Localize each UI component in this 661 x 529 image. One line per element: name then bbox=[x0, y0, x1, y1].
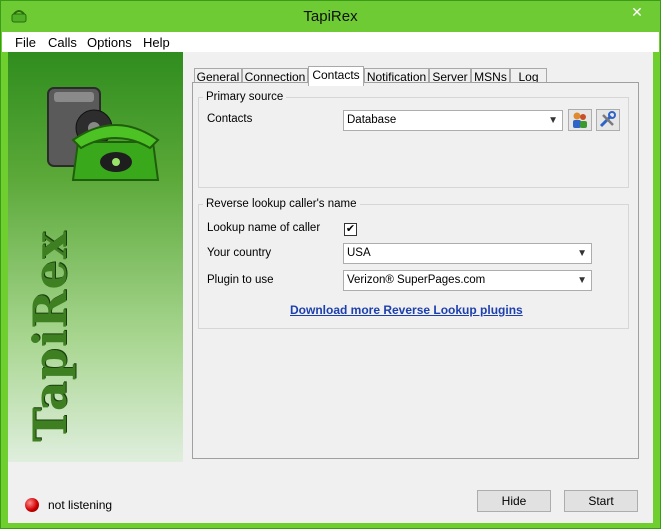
menu-file[interactable]: File bbox=[15, 35, 36, 50]
chevron-down-icon: ▼ bbox=[577, 248, 587, 259]
main-window: TapiRex ✕ File Calls Options Help TapiRe… bbox=[0, 0, 661, 529]
title-bar: TapiRex ✕ bbox=[1, 1, 660, 32]
contacts-people-button[interactable] bbox=[568, 109, 592, 131]
contacts-tab-panel: Primary source Contacts Database ▼ Rever… bbox=[192, 82, 639, 459]
country-label: Your country bbox=[207, 247, 272, 259]
people-icon bbox=[573, 112, 587, 128]
menu-calls[interactable]: Calls bbox=[48, 35, 77, 50]
phone-icon bbox=[47, 87, 160, 181]
sidebar-banner: TapiRex bbox=[8, 52, 183, 462]
status-indicator-icon bbox=[25, 498, 39, 512]
close-button[interactable]: ✕ bbox=[620, 2, 654, 22]
start-button[interactable]: Start bbox=[564, 490, 638, 512]
menu-help[interactable]: Help bbox=[143, 35, 170, 50]
contacts-source-value: Database bbox=[347, 114, 397, 126]
menu-bar: File Calls Options Help bbox=[2, 32, 659, 52]
tab-contacts[interactable]: Contacts bbox=[308, 66, 364, 86]
lookup-name-checkbox[interactable]: ✔ bbox=[344, 223, 357, 236]
status-text: not listening bbox=[48, 498, 113, 512]
chevron-down-icon: ▼ bbox=[548, 115, 558, 126]
client-area: TapiRex General Connection Contacts Noti… bbox=[8, 52, 653, 523]
plugin-select[interactable]: Verizon® SuperPages.com ▼ bbox=[343, 270, 592, 291]
window-title: TapiRex bbox=[303, 8, 358, 25]
hide-button[interactable]: Hide bbox=[477, 490, 551, 512]
primary-source-title: Primary source bbox=[203, 91, 287, 103]
plugin-value: Verizon® SuperPages.com bbox=[347, 274, 486, 286]
country-select[interactable]: USA ▼ bbox=[343, 243, 592, 264]
contacts-settings-button[interactable] bbox=[596, 109, 620, 131]
contacts-source-select[interactable]: Database ▼ bbox=[343, 110, 563, 131]
download-plugins-link[interactable]: Download more Reverse Lookup plugins bbox=[290, 303, 523, 317]
primary-source-group: Primary source Contacts Database ▼ bbox=[198, 91, 629, 188]
country-value: USA bbox=[347, 247, 371, 259]
tools-icon bbox=[599, 111, 616, 128]
reverse-lookup-title: Reverse lookup caller's name bbox=[203, 198, 360, 210]
reverse-lookup-group: Reverse lookup caller's name Lookup name… bbox=[198, 198, 629, 329]
contacts-label: Contacts bbox=[207, 113, 253, 125]
lookup-name-label: Lookup name of caller bbox=[207, 222, 321, 234]
chevron-down-icon: ▼ bbox=[577, 275, 587, 286]
brand-logo-text: TapiRex bbox=[23, 230, 77, 442]
menu-options[interactable]: Options bbox=[87, 35, 132, 50]
plugin-label: Plugin to use bbox=[207, 274, 274, 286]
